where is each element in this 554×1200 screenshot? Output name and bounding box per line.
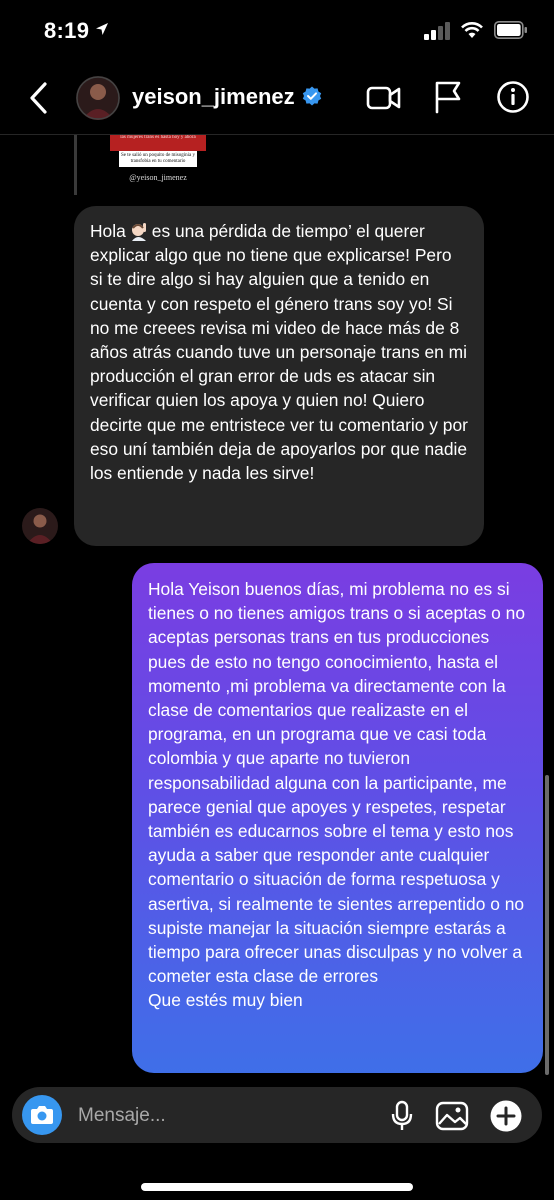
message-input[interactable] — [76, 1087, 380, 1145]
outgoing-message-body: Hola Yeison buenos días, mi problema no … — [148, 579, 526, 987]
verified-badge-icon — [302, 86, 322, 106]
cellular-signal-icon — [424, 22, 450, 40]
scrollbar[interactable] — [545, 775, 549, 1075]
avatar-image — [76, 76, 120, 120]
message-composer — [12, 1087, 542, 1145]
wifi-icon — [461, 22, 483, 38]
info-icon[interactable] — [496, 80, 530, 114]
incoming-message[interactable]: Hola es una pérdida de tiempo’ el querer… — [74, 206, 484, 546]
home-indicator[interactable] — [141, 1183, 413, 1191]
location-arrow-icon — [96, 23, 108, 35]
incoming-message-lead: Hola — [90, 221, 126, 241]
battery-icon — [494, 21, 527, 39]
video-call-icon[interactable] — [366, 84, 402, 112]
add-icon[interactable] — [489, 1099, 523, 1133]
outgoing-message[interactable]: Hola Yeison buenos días, mi problema no … — [132, 563, 543, 1073]
chevron-left-icon[interactable] — [26, 80, 50, 116]
status-time: 8:19 — [44, 18, 90, 43]
microphone-icon[interactable] — [389, 1100, 415, 1132]
camera-icon — [31, 1106, 53, 1124]
sender-avatar[interactable] — [22, 508, 58, 544]
gallery-icon[interactable] — [435, 1100, 469, 1132]
shared-post-red-text: las mujeres trans es hasta hoy y ahora — [110, 135, 206, 151]
camera-button[interactable] — [22, 1095, 62, 1135]
reply-quote-bar — [74, 135, 77, 195]
raising-hand-emoji-icon — [131, 223, 146, 241]
avatar[interactable] — [76, 76, 120, 120]
incoming-message-body: es una pérdida de tiempo’ el querer expl… — [90, 221, 468, 484]
outgoing-message-closing: Que estés muy bien — [148, 990, 303, 1011]
chat-header: yeison_jimenez — [0, 62, 554, 135]
flag-icon[interactable] — [434, 80, 462, 114]
sender-avatar-image — [22, 508, 58, 544]
shared-post-preview[interactable]: las mujeres trans es hasta hoy y ahora S… — [110, 135, 206, 195]
shared-post-handle: @yeison_jimenez — [129, 173, 187, 182]
status-bar: 8:19 — [0, 0, 554, 62]
chat-username[interactable]: yeison_jimenez — [132, 84, 295, 110]
shared-post-white-text: Se te salió un poquito de misoginia y tr… — [119, 151, 197, 167]
